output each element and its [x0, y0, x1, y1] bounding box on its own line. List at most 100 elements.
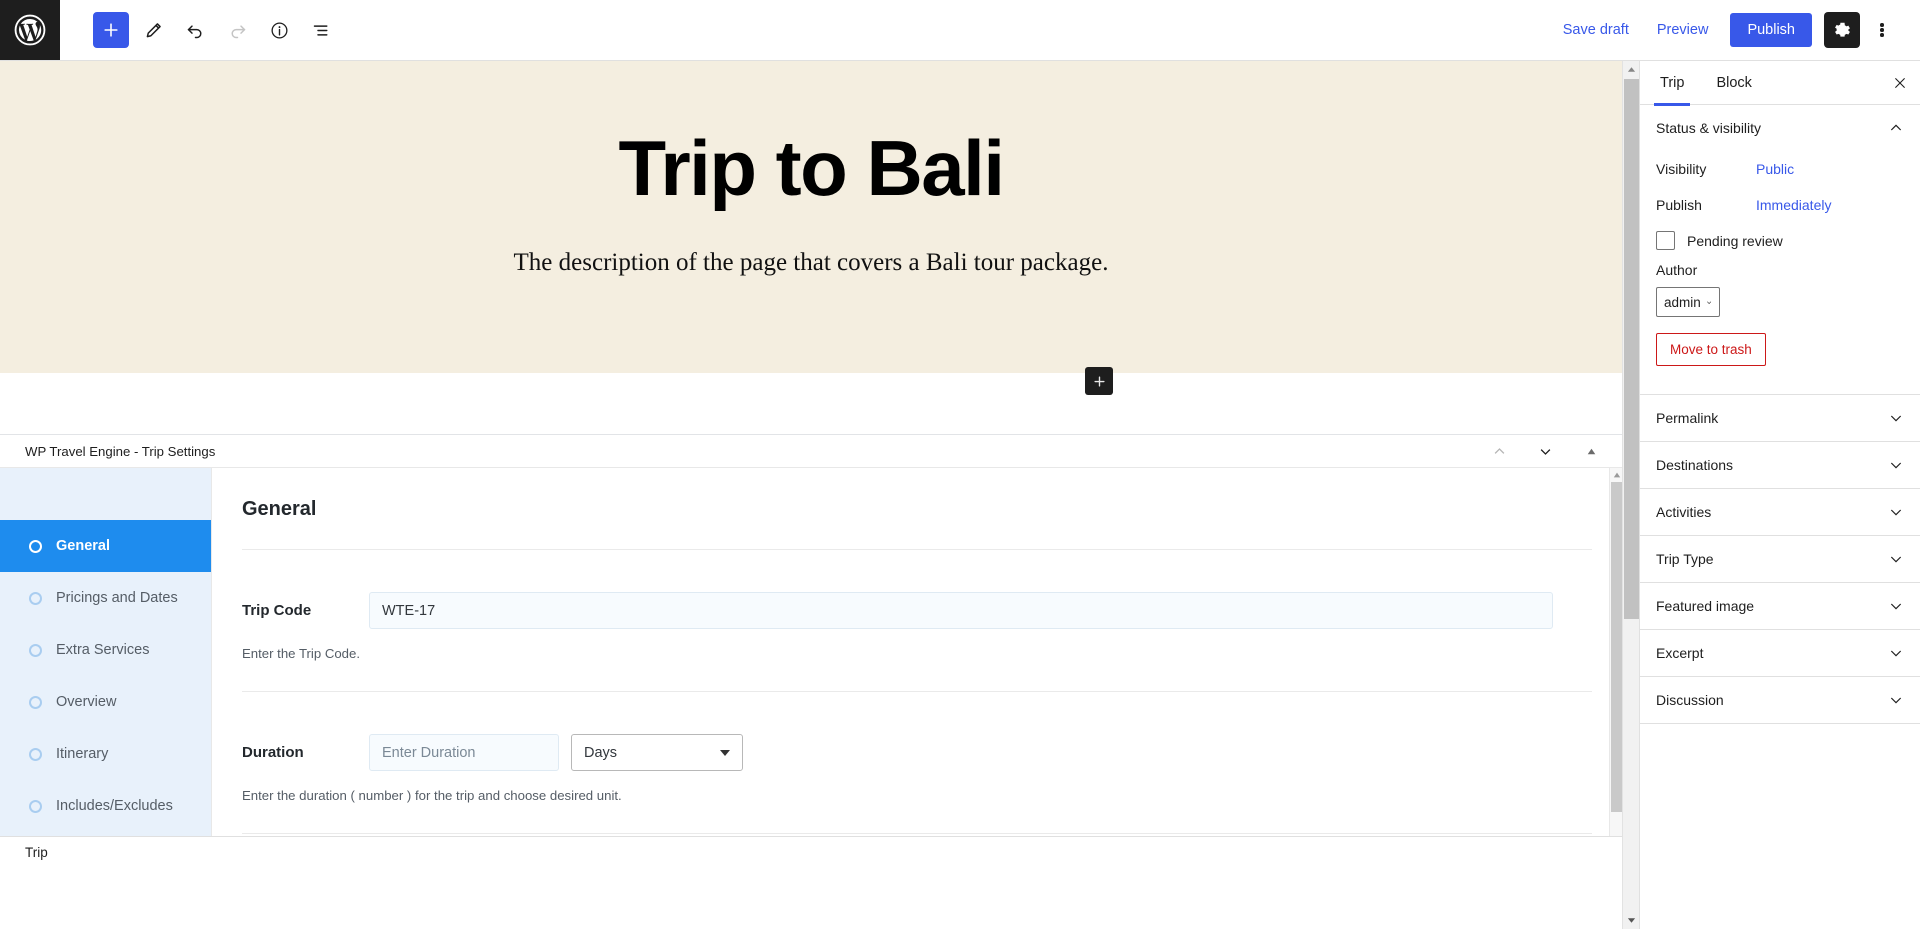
undo-arrow-icon	[187, 24, 201, 38]
nav-item-label: Includes/Excludes	[56, 798, 173, 814]
post-hero-area: Trip to Bali The description of the page…	[0, 61, 1622, 395]
panel-discussion-header[interactable]: Discussion	[1656, 677, 1904, 723]
panel-trip-type: Trip Type	[1640, 536, 1920, 583]
editor-canvas: Trip to Bali The description of the page…	[0, 61, 1622, 868]
nav-item-general[interactable]: General	[0, 520, 211, 572]
move-up-button[interactable]	[1490, 442, 1508, 460]
breadcrumb[interactable]: Trip	[25, 845, 48, 860]
row-visibility: Visibility Public	[1656, 151, 1904, 187]
settings-toggle-button[interactable]	[1824, 12, 1860, 48]
panel-status-visibility: Status & visibility Visibility Public Pu…	[1640, 105, 1920, 395]
redo-arrow-icon	[231, 24, 245, 38]
more-options-button[interactable]	[1864, 12, 1900, 48]
move-to-trash-button[interactable]: Move to trash	[1656, 333, 1766, 366]
save-draft-button[interactable]: Save draft	[1549, 15, 1643, 45]
nav-item-label: Pricings and Dates	[56, 590, 178, 606]
list-view-button[interactable]	[303, 12, 339, 48]
chevron-down-icon	[1888, 645, 1904, 661]
move-down-button[interactable]	[1536, 442, 1554, 460]
visibility-label: Visibility	[1656, 161, 1707, 177]
panel-status-visibility-header[interactable]: Status & visibility	[1656, 105, 1904, 151]
duration-unit-value: Days	[584, 744, 618, 761]
metabox-header-controls	[1490, 442, 1600, 460]
tools-edit-button[interactable]	[135, 12, 171, 48]
panel-destinations-header[interactable]: Destinations	[1656, 442, 1904, 488]
scroll-down-arrow[interactable]	[1623, 912, 1639, 929]
collapse-toggle-button[interactable]	[1582, 442, 1600, 460]
close-sidebar-button[interactable]	[1880, 61, 1920, 105]
panel-title: Trip Type	[1656, 551, 1714, 567]
chevron-down-icon	[1540, 448, 1550, 455]
nav-item-extra-services[interactable]: Extra Services	[0, 624, 211, 676]
details-button[interactable]	[261, 12, 297, 48]
tab-label: Trip	[1660, 74, 1685, 91]
triangle-down-icon	[1627, 918, 1635, 923]
trip-settings-content: General Trip Code Enter the Trip Code. D…	[212, 468, 1622, 868]
chevron-down-icon	[1888, 410, 1904, 426]
chevron-down-icon	[1888, 551, 1904, 567]
pending-review-checkbox[interactable]	[1656, 231, 1675, 250]
panel-title: Excerpt	[1656, 645, 1704, 661]
trip-settings-nav: General Pricings and Dates Extra Service…	[0, 468, 212, 868]
publish-button[interactable]: Publish	[1730, 13, 1812, 47]
chevron-down-icon	[1888, 504, 1904, 520]
panel-excerpt-header[interactable]: Excerpt	[1656, 630, 1904, 676]
panel-permalink-header[interactable]: Permalink	[1656, 395, 1904, 441]
metabox-header: WP Travel Engine - Trip Settings	[0, 435, 1622, 467]
radio-ring-icon	[29, 799, 42, 813]
tab-trip[interactable]: Trip	[1644, 61, 1700, 106]
panel-destinations: Destinations	[1640, 442, 1920, 489]
scroll-up-arrow[interactable]	[1610, 468, 1622, 481]
inserter-add-block-button[interactable]	[1085, 367, 1113, 395]
visibility-value-button[interactable]: Public	[1756, 161, 1794, 177]
nav-item-label: Extra Services	[56, 642, 150, 658]
radio-ring-icon	[29, 591, 42, 605]
wordpress-logo-icon[interactable]	[0, 0, 60, 60]
panel-trip-type-header[interactable]: Trip Type	[1656, 536, 1904, 582]
author-select[interactable]: admin	[1656, 287, 1720, 317]
preview-button[interactable]: Preview	[1643, 15, 1723, 45]
trip-code-input[interactable]	[369, 592, 1553, 629]
scroll-thumb[interactable]	[1611, 482, 1622, 812]
nav-item-itinerary[interactable]: Itinerary	[0, 728, 211, 780]
chevron-up-icon	[1494, 447, 1504, 454]
nav-item-pricings-and-dates[interactable]: Pricings and Dates	[0, 572, 211, 624]
triangle-up-icon	[1587, 448, 1595, 454]
panel-featured-image-header[interactable]: Featured image	[1656, 583, 1904, 629]
post-description[interactable]: The description of the page that covers …	[514, 249, 1109, 277]
redo-button[interactable]	[219, 12, 255, 48]
scroll-thumb[interactable]	[1624, 79, 1639, 619]
panel-activities-header[interactable]: Activities	[1656, 489, 1904, 535]
radio-ring-icon	[29, 747, 42, 761]
post-title[interactable]: Trip to Bali	[618, 129, 1005, 207]
metabox-content-scrollbar[interactable]	[1609, 468, 1622, 868]
editor-status-bar: Trip	[0, 836, 1622, 868]
panel-title: Featured image	[1656, 598, 1755, 614]
nav-item-includes-excludes[interactable]: Includes/Excludes	[0, 780, 211, 832]
section-heading: General	[242, 498, 1592, 550]
chevron-down-icon	[1888, 457, 1904, 473]
field-label: Trip Code	[242, 602, 312, 619]
duration-unit-select[interactable]: Days	[571, 734, 743, 771]
publish-label: Publish	[1656, 197, 1702, 213]
pencil-icon	[146, 22, 161, 37]
publish-value-button[interactable]: Immediately	[1756, 197, 1831, 213]
top-bar-tools	[60, 12, 339, 48]
duration-input[interactable]	[369, 734, 559, 771]
panel-featured-image: Featured image	[1640, 583, 1920, 630]
panel-discussion: Discussion	[1640, 677, 1920, 724]
tab-block[interactable]: Block	[1700, 61, 1767, 105]
info-circle-icon	[270, 21, 288, 39]
close-icon	[1895, 77, 1905, 88]
metabox-body: General Pricings and Dates Extra Service…	[0, 467, 1622, 868]
editor-main-scrollbar[interactable]	[1622, 61, 1639, 929]
field-duration: Duration Days	[212, 692, 1622, 771]
row-publish: Publish Immediately	[1656, 187, 1904, 223]
nav-item-overview[interactable]: Overview	[0, 676, 211, 728]
tab-label: Block	[1716, 74, 1752, 91]
pending-review-label[interactable]: Pending review	[1687, 233, 1783, 249]
top-bar-actions: Save draft Preview Publish	[1549, 12, 1920, 48]
undo-button[interactable]	[177, 12, 213, 48]
add-block-toggle[interactable]	[93, 12, 129, 48]
scroll-up-arrow[interactable]	[1623, 61, 1639, 78]
